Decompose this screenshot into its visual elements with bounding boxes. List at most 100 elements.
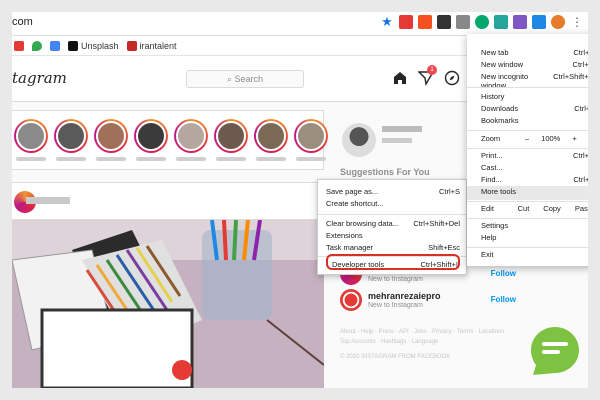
menu-item-downloads[interactable]: Downloads Ctrl+J [481,104,588,116]
story-item[interactable] [214,119,248,169]
menu-item-history[interactable]: History [481,92,588,104]
notification-badge: 1 [427,65,437,75]
suggestion-subtitle: New to Instagram [368,302,423,309]
menu-divider [467,87,588,88]
profile-avatar[interactable] [551,15,565,29]
menu-item-save-page[interactable]: Save page as... Ctrl+S [326,187,460,199]
story-ring [294,119,328,153]
story-item[interactable] [54,119,88,169]
menu-item-help[interactable]: Help [481,233,588,245]
suggestion-avatar[interactable] [340,289,362,311]
story-item[interactable] [94,119,128,169]
youtube-icon[interactable] [14,40,24,51]
story-item[interactable] [14,119,48,169]
zoom-level: 100% [541,134,561,143]
unsplash-icon [68,40,78,51]
post-image[interactable] [12,220,324,388]
menu-item-shortcut: Ctrl+N [572,60,588,69]
story-username [16,157,46,161]
story-username [136,157,166,161]
menu-item-cast[interactable]: Cast... [481,163,588,175]
menu-item-shortcut: Ctrl+P [572,151,588,160]
menu-item-label: Settings [481,221,509,230]
menu-item-label: Extensions [326,231,363,240]
instagram-logo[interactable]: tagram [12,69,67,87]
menu-item-extensions[interactable]: Extensions [326,231,460,243]
menu-item-more-tools[interactable]: More tools [481,187,588,199]
copy-button[interactable]: Copy [543,204,561,216]
browser-window: com ★ ⋮ Unsplash irantalent tagram ⌕ Sea… [12,12,588,388]
story-item[interactable] [134,119,168,169]
footer-copyright: © 2020 INSTAGRAM FROM FACEBOOK [340,354,451,360]
home-icon[interactable] [392,70,408,86]
story-item[interactable] [294,119,328,169]
extension-grey-icon[interactable] [456,15,470,29]
extension-orange-icon[interactable] [418,15,432,29]
cut-button[interactable]: Cut [518,204,530,216]
search-placeholder: Search [234,74,264,84]
explore-compass-icon[interactable] [444,70,460,86]
menu-kebab-icon[interactable]: ⋮ [570,15,584,29]
star-icon[interactable]: ★ [380,15,394,29]
maps-icon[interactable] [32,40,42,51]
follow-button[interactable]: Follow [491,269,516,278]
menu-item-bookmarks[interactable]: Bookmarks [481,116,588,128]
translate-icon[interactable] [50,40,60,51]
menu-item-zoom: Zoom – 100% + ⛶ [481,134,588,146]
extension-blue-icon[interactable] [532,15,546,29]
menu-item-label: History [481,92,505,101]
story-item[interactable] [254,119,288,169]
post-photo-illustration [12,220,324,388]
stories-tray [12,110,328,170]
menu-item-label: Save page as... [326,187,379,196]
suggestion-subtitle: New to Instagram [368,276,423,283]
story-username [176,157,206,161]
story-username [56,157,86,161]
menu-item-exit[interactable]: Exit [481,250,588,262]
menu-item-label: New tab [481,48,509,57]
menu-item-new-incognito[interactable]: New incognito window Ctrl+Shift+N [481,72,588,90]
chrome-main-menu: New tab Ctrl+T New window Ctrl+N New incog… [467,34,588,266]
story-ring [14,119,48,153]
direct-message-icon[interactable]: 1 [417,65,437,87]
profile-username-self[interactable] [382,126,422,132]
menu-item-create-shortcut[interactable]: Create shortcut... [326,199,460,211]
suggestion-username[interactable]: mehranrezaiepro [368,291,441,301]
post-username[interactable] [26,197,70,204]
bookmark-unsplash[interactable]: Unsplash [68,40,119,51]
footer-links[interactable]: About · Help · Press · API · Jobs · Priv… [340,327,510,347]
story-item[interactable] [174,119,208,169]
chat-bubble-logo [529,325,581,377]
follow-button[interactable]: Follow [491,295,516,304]
menu-item-settings[interactable]: Settings [481,221,588,233]
story-avatar [296,121,326,151]
zoom-out-button[interactable]: – [525,134,529,146]
search-input[interactable]: ⌕ Search [186,70,304,88]
extension-icons: ★ ⋮ [380,15,584,29]
paste-button[interactable]: Paste [575,204,588,216]
menu-item-print[interactable]: Print... Ctrl+P [481,151,588,163]
extension-code-icon[interactable] [513,15,527,29]
menu-divider [467,201,588,202]
story-ring [54,119,88,153]
menu-item-clear-browsing-data[interactable]: Clear browsing data... Ctrl+Shift+Del [326,219,460,231]
menu-item-new-tab[interactable]: New tab Ctrl+T [481,48,588,60]
menu-item-shortcut: Ctrl+T [573,48,588,57]
menu-item-shortcut: Ctrl+Shift+N [553,72,588,81]
extension-red-icon[interactable] [399,15,413,29]
extension-green-icon[interactable] [475,15,489,29]
extension-dark-icon[interactable] [437,15,451,29]
story-avatar [16,121,46,151]
story-username [216,157,246,161]
menu-item-new-window[interactable]: New window Ctrl+N [481,60,588,72]
bookmark-irantalent[interactable]: irantalent [126,40,177,51]
zoom-in-button[interactable]: + [572,134,576,146]
url-field[interactable]: com [12,16,33,32]
extension-teal-icon[interactable] [494,15,508,29]
menu-item-edit: Edit Cut Copy Paste [481,204,588,216]
menu-item-label: Bookmarks [481,116,519,125]
menu-divider [467,247,588,248]
menu-item-label: More tools [481,187,517,196]
profile-avatar-self[interactable] [342,123,376,157]
instagram-nav-icons: 1 [392,65,460,87]
